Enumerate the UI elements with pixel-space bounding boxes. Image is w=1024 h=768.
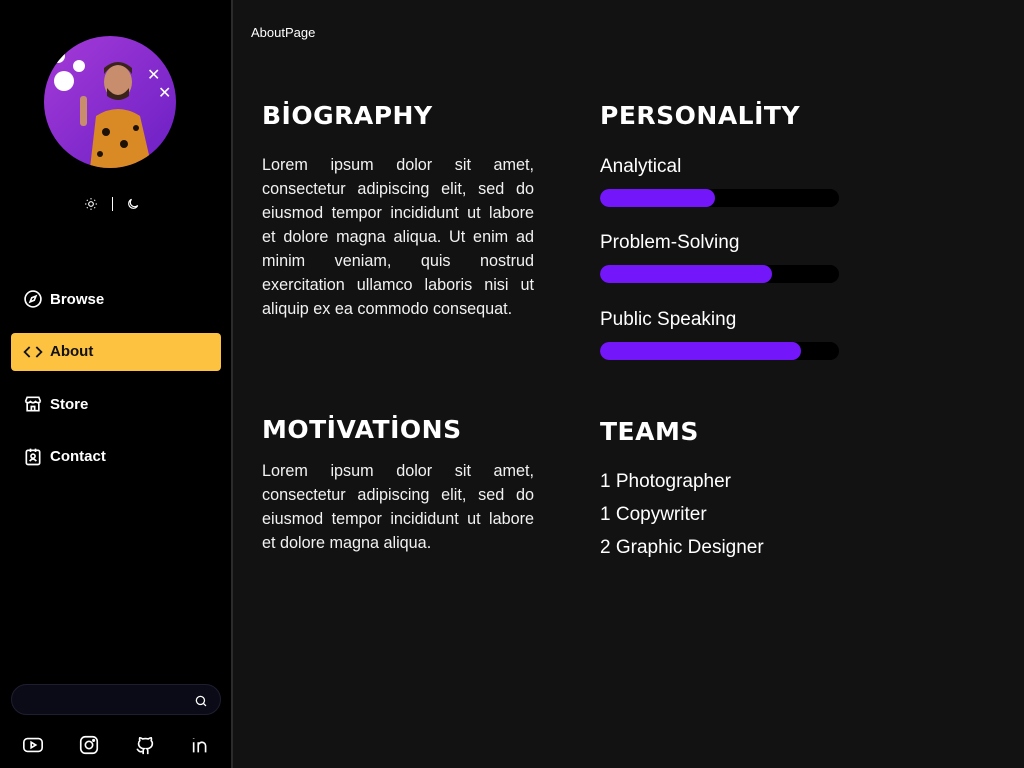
skill-public-speaking: Public Speaking	[600, 309, 840, 360]
store-icon	[23, 394, 43, 414]
skill-bar	[600, 342, 839, 360]
sidebar-item-label: Contact	[50, 448, 106, 465]
divider	[111, 197, 113, 211]
compass-icon	[23, 289, 43, 309]
instagram-icon[interactable]	[78, 734, 100, 756]
skill-label: Problem-Solving	[600, 232, 740, 253]
contact-icon	[23, 447, 43, 467]
sidebar-item-label: Store	[50, 395, 89, 413]
linkedin-icon[interactable]	[190, 734, 212, 756]
list-item: 1 Copywriter	[600, 504, 707, 525]
skill-bar-fill	[600, 342, 801, 360]
skill-bar	[600, 265, 839, 283]
svg-text:✕: ✕	[147, 65, 160, 84]
search-input[interactable]	[11, 684, 221, 715]
main-content: AboutPage BİOGRAPHY Lorem ipsum dolor si…	[235, 0, 1024, 768]
list-item: 1 Photographer	[600, 471, 731, 492]
biography-title: BİOGRAPHY	[262, 101, 433, 130]
skill-problem-solving: Problem-Solving	[600, 232, 840, 283]
skill-analytical: Analytical	[600, 156, 840, 207]
sidebar: ✕ ✕ Browse About Store Contact	[0, 0, 233, 768]
sidebar-item-about[interactable]: About	[11, 332, 221, 371]
code-icon	[23, 342, 43, 362]
sidebar-nav: Browse About Store Contact	[11, 280, 221, 490]
avatar: ✕ ✕	[44, 36, 176, 168]
social-links	[22, 734, 212, 756]
skill-label: Public Speaking	[600, 309, 737, 330]
sun-icon[interactable]	[84, 197, 98, 211]
svg-text:✕: ✕	[158, 83, 171, 102]
search-icon[interactable]	[194, 693, 208, 707]
skill-bar	[600, 189, 839, 207]
moon-icon[interactable]	[126, 197, 140, 211]
motivations-text: Lorem ipsum dolor sit amet, consectetur …	[262, 462, 534, 552]
personality-title: PERSONALİTY	[600, 101, 801, 130]
app: ✕ ✕ Browse About Store Contact AboutPage…	[0, 0, 1024, 768]
teams-title: TEAMS	[600, 417, 699, 446]
sidebar-item-browse[interactable]: Browse	[11, 280, 221, 318]
skill-bar-fill	[600, 189, 715, 207]
theme-toggle	[84, 193, 140, 215]
github-icon[interactable]	[134, 734, 156, 756]
sidebar-item-contact[interactable]: Contact	[11, 438, 221, 476]
teams-list: 1 Photographer 1 Copywriter 2 Graphic De…	[600, 465, 764, 564]
skill-bar-fill	[600, 265, 773, 283]
list-item: 2 Graphic Designer	[600, 537, 764, 558]
biography-text: Lorem ipsum dolor sit amet, consectetur …	[262, 156, 534, 318]
page-title: AboutPage	[251, 25, 316, 40]
motivations-title: MOTİVATİONS	[262, 415, 462, 444]
sidebar-item-label: Browse	[50, 290, 105, 308]
skill-label: Analytical	[600, 156, 682, 177]
sidebar-item-store[interactable]: Store	[11, 385, 221, 423]
sidebar-item-label: About	[50, 343, 94, 360]
youtube-icon[interactable]	[22, 734, 44, 756]
